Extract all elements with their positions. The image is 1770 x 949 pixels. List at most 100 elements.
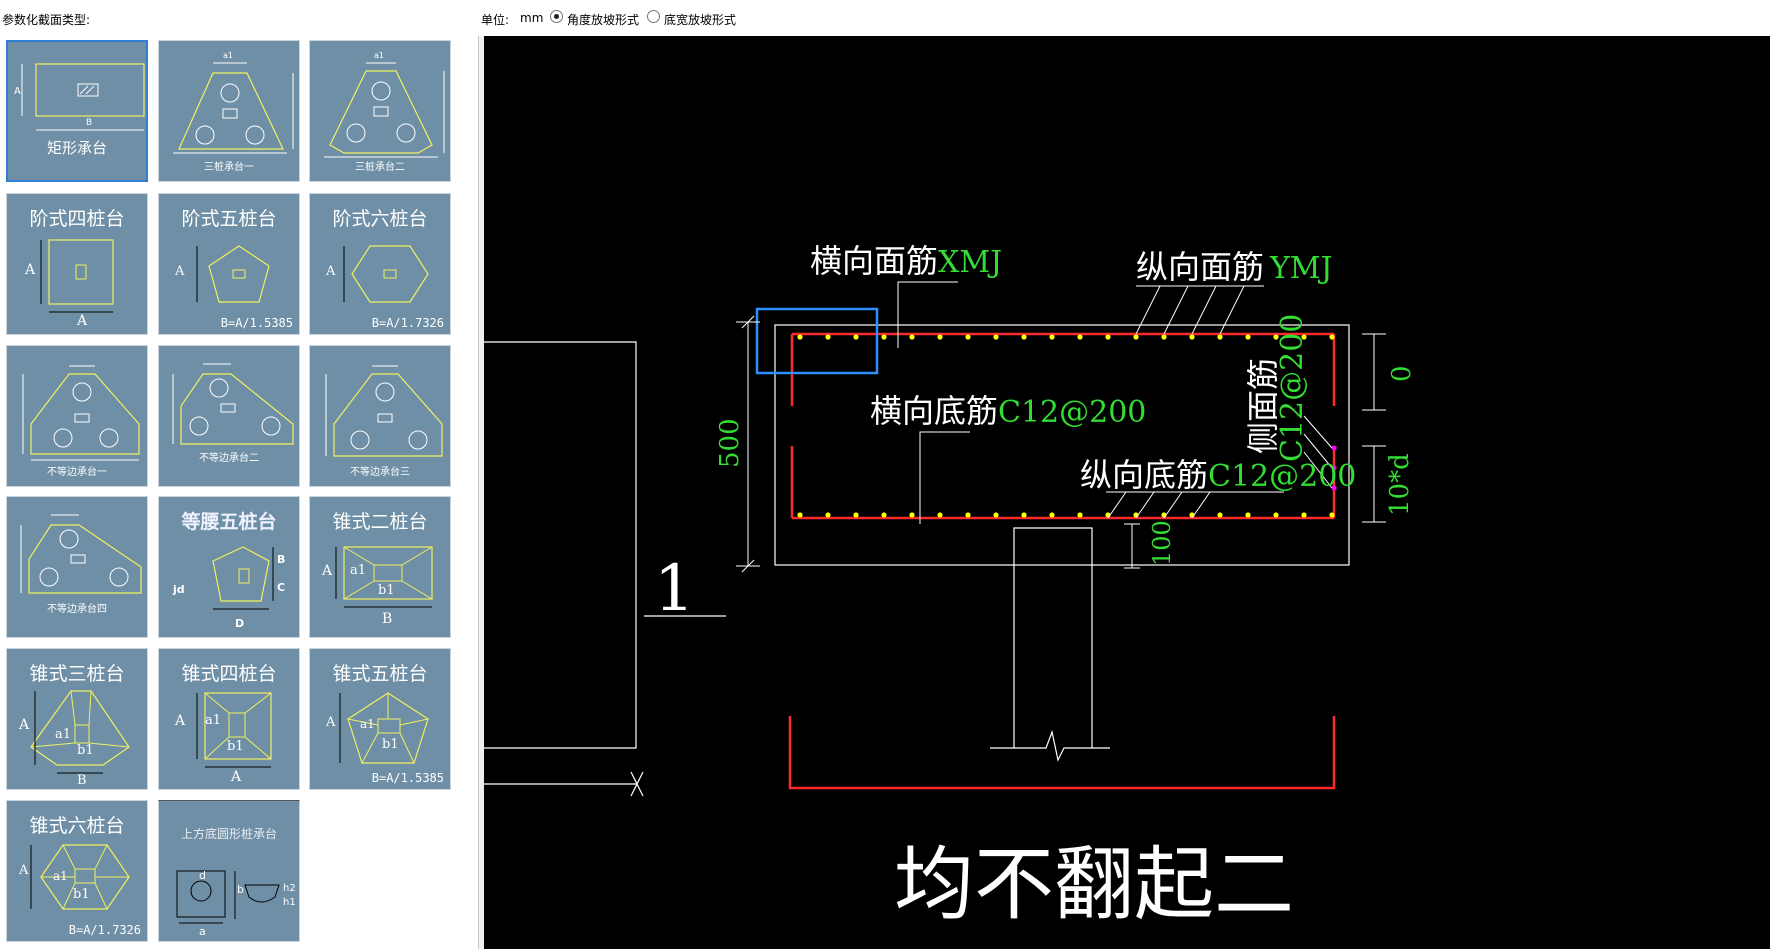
tile-formula: B=A/1.5385 [220, 316, 293, 330]
rebar-dot [1133, 334, 1139, 340]
rebar-dot [1021, 512, 1027, 518]
dim-pile: 100 [1148, 520, 1176, 566]
tile-label-a: A [19, 863, 29, 878]
rebar-dot [853, 512, 859, 518]
tile-label-b1: b1 [73, 887, 90, 902]
rebar-dot [1273, 512, 1279, 518]
tile-label-a: A [19, 717, 30, 733]
drawing-canvas[interactable]: 1 500 0 10*d 100 横向面筋 XMJ 纵向面筋 YMJ 横向底筋 … [484, 36, 1770, 949]
rebar-dot [1049, 512, 1055, 518]
tile-name: 不等边承台四 [47, 604, 107, 615]
round-pile-cap-diagram [176, 870, 280, 924]
tile-step-five-pile[interactable]: 阶式五桩台 A B=A/1.5385 [158, 193, 300, 335]
tile-name: 不等边承台三 [350, 467, 410, 478]
tile-formula: B=A/1.7326 [68, 923, 141, 937]
tile-isosceles-five-pile[interactable]: 等腰五桩台 B C jd D [158, 496, 300, 638]
dim-top: 0 [1387, 365, 1417, 382]
rebar-dot [825, 512, 831, 518]
rebar-dot [1217, 334, 1223, 340]
rebar-dot [993, 334, 999, 340]
tile-label-a1: a1 [205, 713, 222, 728]
rebar-dot [1301, 512, 1307, 518]
unit-label: 单位: [481, 13, 510, 27]
section-type-gallery: A B 矩形承台 a1 三桩承台一 a1 三桩承台二 阶式四桩台 A A 阶式五… [0, 36, 479, 949]
tile-label-a1: a1 [55, 727, 72, 742]
tile-unequal-cap-1[interactable]: 不等边承台一 [6, 345, 148, 487]
tile-label-b1: b1 [378, 583, 395, 598]
tile-name: 三桩承台二 [355, 162, 405, 173]
tile-formula: B=A/1.5385 [371, 771, 444, 785]
tile-label-h2: h2 [283, 883, 296, 894]
tile-label-a1: a1 [223, 51, 233, 60]
dim-side: 10*d [1385, 453, 1415, 516]
tile-label-a: A [326, 715, 336, 730]
radio-width-slope[interactable] [647, 10, 660, 23]
label-ymj: 纵向面筋 [1136, 248, 1264, 286]
rebar-dot [1077, 334, 1083, 340]
rebar-dot [797, 334, 803, 340]
radio-angle-slope-label[interactable]: 角度放坡形式 [567, 11, 639, 28]
unequal-cap-2-diagram [172, 363, 294, 445]
tile-label-a2: A [231, 769, 242, 785]
tile-cone-five-pile[interactable]: 锥式五桩台 A a1 b1 B=A/1.5385 [309, 648, 451, 790]
dim-height: 500 [715, 418, 745, 468]
tile-label-a: A [175, 713, 186, 729]
tile-step-four-pile[interactable]: 阶式四桩台 A A [6, 193, 148, 335]
rebar-dot [1245, 334, 1251, 340]
rebar-dot [937, 512, 943, 518]
tile-label-a: A [322, 563, 333, 579]
tile-name: 不等边承台二 [199, 453, 259, 464]
label-ymj-code: YMJ [1269, 251, 1333, 286]
tile-label-a: a [199, 925, 206, 938]
isosceles-five-pile-diagram [212, 546, 274, 610]
tile-three-pile-cap-2[interactable]: a1 三桩承台二 [309, 40, 451, 182]
tile-cone-three-pile[interactable]: 锥式三桩台 A a1 b1 B [6, 648, 148, 790]
tile-label-h1: h1 [283, 897, 296, 908]
label-side-code: C12@200 [1275, 314, 1310, 462]
rebar-dot [937, 334, 943, 340]
tile-round-pile-cap[interactable]: 上方底圆形桩承台 d b h2 h1 a [158, 800, 300, 942]
tile-cone-four-pile[interactable]: 锥式四桩台 A a1 b1 A [158, 648, 300, 790]
tile-label-b: B [382, 611, 393, 627]
radio-angle-slope[interactable] [550, 10, 563, 23]
label-xdj-code: C12@200 [998, 395, 1146, 430]
tile-label-d: D [235, 617, 245, 630]
rebar-dot [993, 512, 999, 518]
tile-label-b1: b1 [382, 737, 399, 752]
label-ydj-code: C12@200 [1208, 459, 1356, 494]
rebar-dot [1105, 334, 1111, 340]
tile-name: 三桩承台一 [204, 162, 254, 173]
tile-label-a: A [14, 86, 21, 97]
rebar-dot [965, 334, 971, 340]
tile-label-b: B [77, 773, 87, 788]
unit-value: mm [520, 11, 544, 25]
tile-label-d: d [199, 869, 206, 882]
left-section-outline [484, 341, 637, 749]
rebar-dot [1161, 334, 1167, 340]
label-xmj: 横向面筋 [810, 242, 938, 280]
rebar-dot [1329, 512, 1335, 518]
tile-label-b: B [277, 553, 286, 566]
tile-label-c: C [277, 581, 286, 594]
tile-cone-six-pile[interactable]: 锥式六桩台 A a1 b1 B=A/1.7326 [6, 800, 148, 942]
tile-label-a1: a1 [360, 717, 375, 731]
tile-rect-cap[interactable]: A B 矩形承台 [6, 40, 148, 182]
tile-label-a: A [326, 264, 336, 279]
rebar-dot [881, 334, 887, 340]
tile-unequal-cap-4[interactable]: 不等边承台四 [6, 496, 148, 638]
toolbar: 参数化截面类型: 单位: mm 角度放坡形式 底宽放坡形式 [0, 0, 1770, 36]
tile-label-a1: a1 [53, 869, 68, 883]
tile-label-b: B [86, 118, 93, 128]
radio-width-slope-label[interactable]: 底宽放坡形式 [664, 11, 736, 28]
rebar-dot [825, 334, 831, 340]
tile-three-pile-cap-1[interactable]: a1 三桩承台一 [158, 40, 300, 182]
rebar-dot [853, 334, 859, 340]
tile-unequal-cap-3[interactable]: 不等边承台三 [309, 345, 451, 487]
tile-cone-two-pile[interactable]: 锥式二桩台 A a1 b1 B [309, 496, 451, 638]
tile-step-six-pile[interactable]: 阶式六桩台 A B=A/1.7326 [309, 193, 451, 335]
tile-label-a: A [175, 264, 185, 279]
tile-label-b: b [237, 883, 244, 896]
tile-label-b1: b1 [227, 739, 244, 754]
tile-unequal-cap-2[interactable]: 不等边承台二 [158, 345, 300, 487]
section-drawing: 1 500 0 10*d 100 横向面筋 XMJ 纵向面筋 YMJ 横向底筋 … [484, 242, 1417, 931]
